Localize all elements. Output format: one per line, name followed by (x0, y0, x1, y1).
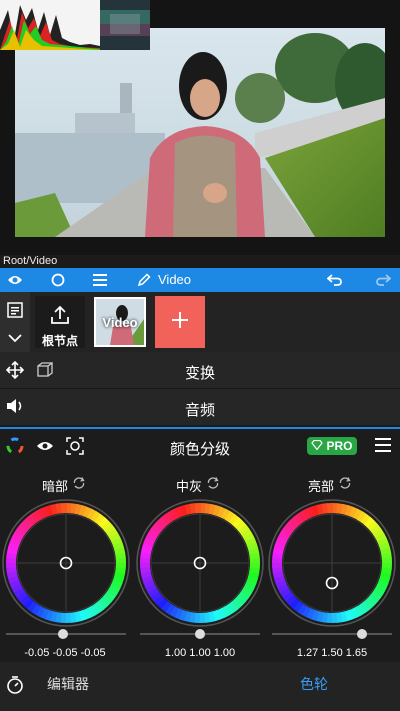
root-node[interactable]: 根节点 (35, 296, 85, 348)
shadows-label: 暗部 (42, 479, 69, 494)
pro-badge[interactable]: PRO (307, 437, 357, 455)
audio-section[interactable]: 音频 (0, 389, 400, 426)
video-preview (0, 0, 400, 255)
highlights-slider-knob[interactable] (357, 629, 367, 639)
color-wheel-tab[interactable]: 色轮 (300, 674, 328, 694)
video-node-label: Video (102, 315, 138, 330)
menu-icon[interactable] (375, 438, 391, 457)
histogram-overlay (0, 0, 100, 50)
shadows-values: -0.05 -0.05 -0.05 (24, 647, 106, 659)
midtones-values: 1.00 1.00 1.00 (164, 647, 236, 659)
transform-label: 变换 (184, 365, 215, 382)
midtones-label: 中灰 (176, 479, 203, 494)
menu-icon[interactable] (90, 270, 110, 290)
root-node-label: 根节点 (41, 334, 78, 348)
video-frame-image[interactable] (15, 28, 385, 237)
add-node-button[interactable] (155, 296, 205, 348)
redo-icon[interactable] (373, 270, 393, 290)
document-icon[interactable] (7, 302, 23, 323)
midtones-slider-knob[interactable] (195, 629, 205, 639)
node-path-label: Root/Video (3, 255, 58, 267)
circle-icon[interactable] (48, 270, 68, 290)
pencil-icon[interactable] (134, 270, 154, 290)
undo-icon[interactable] (325, 270, 345, 290)
node-strip: 根节点 Video (0, 292, 400, 352)
video-node[interactable]: Video (94, 297, 146, 347)
node-strip-side (0, 292, 30, 352)
reset-highlights-icon[interactable] (338, 476, 352, 495)
audio-label: 音频 (184, 402, 215, 419)
diamond-icon (311, 439, 324, 453)
timer-icon[interactable] (6, 675, 24, 700)
chevron-down-icon[interactable] (8, 330, 22, 348)
transform-section[interactable]: 变换 (0, 352, 400, 389)
waveform-overlay (100, 0, 150, 50)
highlights-values: 1.27 1.50 1.65 (296, 647, 368, 659)
toolbar-title: Video (158, 272, 192, 287)
plus-icon (171, 311, 189, 334)
shadows-slider-knob[interactable] (58, 629, 68, 639)
reset-shadows-icon[interactable] (72, 476, 86, 495)
main-toolbar: Video (0, 268, 400, 292)
upload-icon (50, 305, 70, 330)
pro-label: PRO (326, 439, 353, 453)
reset-midtones-icon[interactable] (206, 476, 220, 495)
eye-icon[interactable] (5, 270, 25, 290)
highlights-label: 亮部 (308, 479, 335, 494)
editor-tab[interactable]: 编辑器 (47, 674, 89, 694)
bottom-bar: 编辑器 色轮 (0, 662, 400, 711)
